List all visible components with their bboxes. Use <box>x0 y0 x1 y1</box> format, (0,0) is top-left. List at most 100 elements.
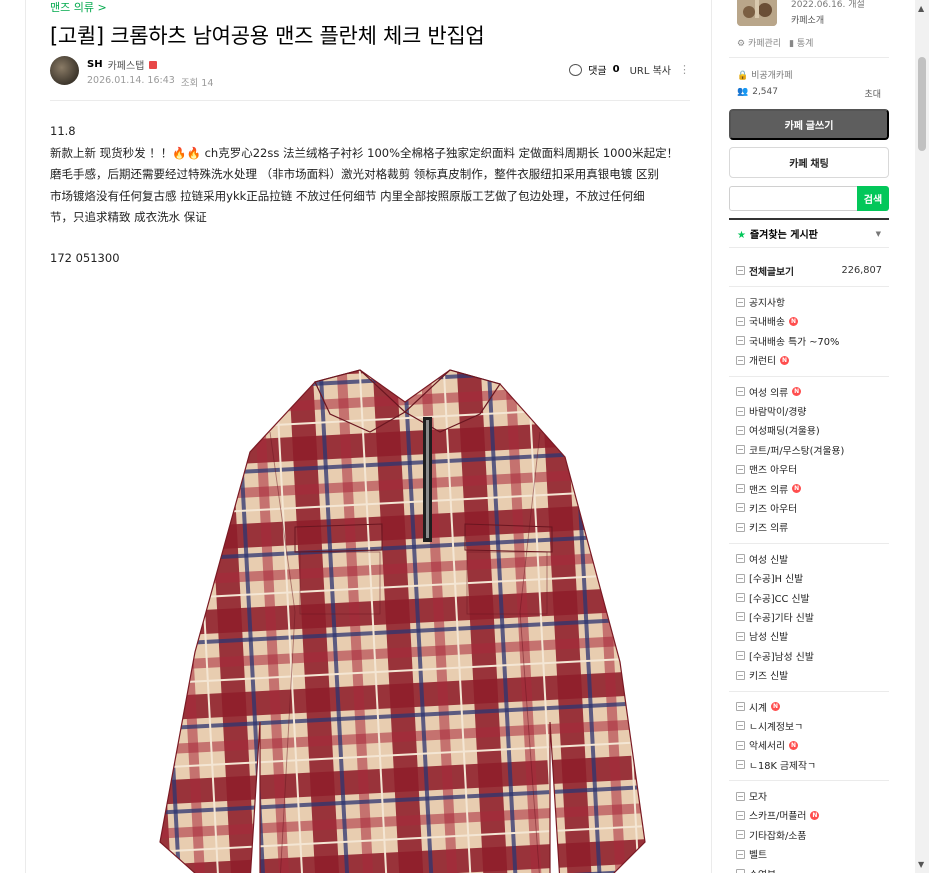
board-menu-label: 키즈 신발 <box>749 671 789 683</box>
scroll-down-arrow-icon[interactable]: ▼ <box>918 860 924 869</box>
board-menu-item[interactable]: 스카프/머플러 N <box>729 806 889 825</box>
cafe-search-input[interactable] <box>729 186 857 211</box>
board-menu-label: [수공]CC 신발 <box>749 593 810 605</box>
scroll-up-arrow-icon[interactable]: ▲ <box>918 4 924 13</box>
member-count-text: 2,547 <box>752 87 778 97</box>
board-menu-label: 키즈 의류 <box>749 523 789 535</box>
board-menu-item[interactable]: 악세서리 N <box>729 736 889 755</box>
product-image <box>159 369 646 873</box>
board-menu-item[interactable]: 여성 의류 N <box>729 382 889 401</box>
cafe-chat-button[interactable]: 카페 채팅 <box>729 147 889 178</box>
comment-icon[interactable] <box>569 63 583 76</box>
board-menu-item[interactable]: 바람막이/경량 <box>729 401 889 420</box>
board-menu-item[interactable]: [수공]기타 신발 <box>729 607 889 626</box>
board-menu-label: 스카프/머플러 <box>749 811 807 823</box>
author-name[interactable]: SH <box>87 59 103 70</box>
favorite-boards-toggle[interactable]: ★ 즐겨찾는 게시판 ▼ <box>729 218 889 248</box>
board-menu-item[interactable]: 키즈 신발 <box>729 665 889 684</box>
board-icon <box>736 651 745 661</box>
board-menu-item[interactable]: 개런티 N <box>729 351 889 370</box>
board-menu-label: [수공]남성 신발 <box>749 651 814 663</box>
url-copy-button[interactable]: URL 복사 <box>630 62 671 77</box>
board-link[interactable]: 맨즈 의류 > <box>50 0 107 15</box>
favorite-boards-label: 즐겨찾는 게시판 <box>749 230 818 241</box>
cafe-thumbnail[interactable] <box>737 0 777 26</box>
cafe-thumbnail-image <box>737 0 777 26</box>
board-icon <box>736 503 745 513</box>
favorite-boards-title: ★ 즐겨찾는 게시판 <box>737 226 818 241</box>
comment-label[interactable]: 댓글 <box>588 62 606 77</box>
board-menu-item[interactable]: 시계 N <box>729 697 889 716</box>
board-icon <box>736 760 745 770</box>
board-icon <box>736 316 745 326</box>
board-icon <box>736 355 745 365</box>
board-menu-item[interactable]: 벨트 <box>729 845 889 864</box>
board-icon <box>736 702 745 711</box>
board-menu-item[interactable]: 국내배송 N <box>729 312 889 331</box>
cafe-public-label: 🔒 비공개카페 <box>737 71 793 81</box>
board-menu-item[interactable]: 코트/퍼/무스탕(겨울용) <box>729 440 889 459</box>
new-badge: N <box>792 484 802 494</box>
invite-link[interactable]: 초대 <box>864 87 881 100</box>
avatar[interactable] <box>50 56 79 85</box>
body-line: 市场镀烙没有任何复古感 拉链采用ykk正品拉链 不放过任何细节 内里全部按照原版… <box>50 188 645 203</box>
board-menu-item[interactable]: [수공]CC 신발 <box>729 588 889 607</box>
board-icon <box>736 425 745 435</box>
menu-group: 여성 신발 [수공]H 신발 [수공]CC 신발 [수공]기타 신발남성 신발 [수공]… <box>729 544 889 692</box>
all-posts-count: 226,807 <box>841 265 882 277</box>
scroll-thumb[interactable] <box>918 57 926 151</box>
board-menu-item[interactable]: [수공]남성 신발 <box>729 646 889 665</box>
board-menu-label: 남성 신발 <box>749 632 789 644</box>
article-tools: 댓글 0 URL 복사 ⋮ <box>569 62 690 77</box>
page-scrollbar[interactable]: ▲ ▼ <box>915 0 929 873</box>
article-column: 맨즈 의류 > [고퀼] 크롬하츠 남여공용 맨즈 플란체 체크 반집업 SH … <box>25 0 712 873</box>
grade-icon <box>149 60 158 69</box>
board-icon <box>736 612 745 622</box>
cafe-manage-link[interactable]: ⚙ 카페관리 <box>737 36 781 49</box>
member-count[interactable]: 👥 2,547 <box>737 87 778 100</box>
cafe-write-button[interactable]: 카페 글쓰기 <box>729 109 889 140</box>
author-row: SH 카페스탭 <box>87 57 158 72</box>
all-posts-link[interactable]: 전체글보기 226,807 <box>729 261 889 280</box>
board-menu-label: 맨즈 의류 <box>749 484 789 496</box>
board-icon <box>736 849 745 859</box>
board-menu-item[interactable]: 국내배송 특가 ~70% <box>729 331 889 350</box>
cafe-search-button[interactable]: 검색 <box>857 186 889 211</box>
board-menu-item[interactable]: [수공]H 신발 <box>729 568 889 587</box>
board-icon <box>736 445 745 455</box>
cafe-intro-link[interactable]: 카페소개 <box>791 13 824 26</box>
new-badge: N <box>780 355 790 365</box>
post-meta: 2026.01.14. 16:43 조회 14 <box>87 75 213 89</box>
board-menu-item[interactable]: 키즈 의류 <box>729 518 889 537</box>
board-menu-item[interactable]: 수영복 <box>729 864 889 873</box>
cafe-manage-label: 카페관리 <box>747 39 782 49</box>
board-menu-label: 모자 <box>749 792 768 804</box>
board-menu-item[interactable]: 공지사항 <box>729 292 889 311</box>
board-menu-label: 수영복 <box>749 867 776 873</box>
cafe-stats-link[interactable]: ▮ 통계 <box>789 36 813 49</box>
board-menu-item[interactable]: 키즈 아우터 <box>729 498 889 517</box>
board-menu-item[interactable]: ㄴ18K 금제작ㄱ <box>729 755 889 774</box>
board-menu-label: 기타잡화/소품 <box>749 830 807 842</box>
board-menu-label: 맨즈 아우터 <box>749 465 798 477</box>
board-menu-label: 키즈 아우터 <box>749 503 798 515</box>
board-menu-item[interactable]: 여성 신발 <box>729 549 889 568</box>
board-menu-item[interactable]: ㄴ시계정보ㄱ <box>729 716 889 735</box>
board-menu-item[interactable]: 맨즈 의류 N <box>729 479 889 498</box>
board-menu-item[interactable]: 남성 신발 <box>729 627 889 646</box>
board-menu-item[interactable]: 모자 <box>729 786 889 805</box>
title-divider <box>50 100 690 101</box>
board-menu-label: 여성 의류 <box>749 387 789 399</box>
body-line: 11.8 <box>50 124 76 138</box>
article-body: 11.8 新款上新 现货秒发 ！！🔥🔥 ch克罗心22ss 法兰绒格子衬衫 10… <box>50 121 690 229</box>
board-menu-item[interactable]: 기타잡화/소품 <box>729 825 889 844</box>
price-line: 172 051300 <box>50 251 120 265</box>
members-row: 👥 2,547 초대 <box>737 87 881 100</box>
board-menu-label: 시계 <box>749 702 768 714</box>
board-menu-item[interactable]: 여성패딩(겨울용) <box>729 421 889 440</box>
board-menu-label: 바람막이/경량 <box>749 407 807 419</box>
more-options-icon[interactable]: ⋮ <box>679 63 690 76</box>
board-icon <box>736 631 745 641</box>
board-icon <box>736 464 745 474</box>
board-menu-item[interactable]: 맨즈 아우터 <box>729 460 889 479</box>
